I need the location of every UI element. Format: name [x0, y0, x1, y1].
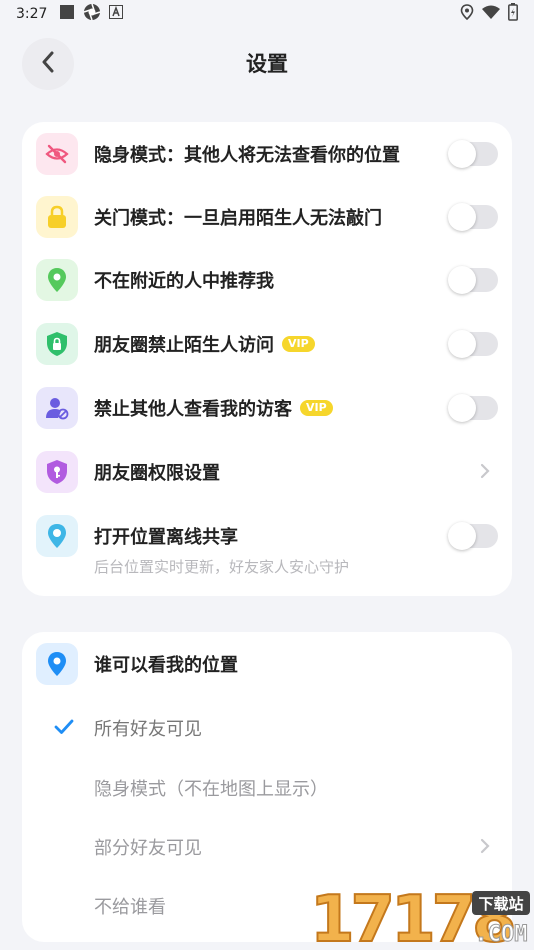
checkmark-icon — [54, 716, 74, 740]
invisible-mode-toggle[interactable] — [448, 140, 498, 168]
user-block-icon — [36, 387, 78, 429]
hide-visitors-toggle[interactable] — [448, 394, 498, 422]
settings-row-nearby-recommend[interactable]: 不在附近的人中推荐我 — [22, 250, 512, 310]
privacy-settings-card: 隐身模式：其他人将无法查看你的位置 关门模式：一旦启用陌生人无法敲门 不在附近的… — [22, 122, 512, 596]
section-title: 谁可以看我的位置 — [94, 655, 238, 676]
battery-icon — [508, 3, 518, 25]
chevron-left-icon — [41, 51, 55, 77]
visibility-section-header: 谁可以看我的位置 — [22, 634, 512, 694]
location-pin-icon — [36, 643, 78, 685]
app-square-icon — [59, 4, 75, 24]
page-title: 设置 — [246, 52, 288, 76]
wifi-icon — [482, 5, 500, 23]
offline-share-toggle[interactable] — [448, 522, 498, 550]
chevron-right-icon — [480, 460, 490, 484]
settings-row-invisible-mode[interactable]: 隐身模式：其他人将无法查看你的位置 — [22, 124, 512, 184]
option-label: 所有好友可见 — [94, 719, 202, 740]
shield-lock-icon — [36, 323, 78, 365]
row-label: 隐身模式：其他人将无法查看你的位置 — [94, 145, 400, 166]
settings-row-moments-permissions[interactable]: 朋友圈权限设置 — [22, 442, 512, 502]
row-label: 打开位置离线共享 — [94, 527, 238, 548]
row-label: 朋友圈权限设置 — [94, 463, 220, 484]
header: 设置 — [0, 28, 534, 98]
settings-row-moments-stranger-block[interactable]: 朋友圈禁止陌生人访问 VIP — [22, 314, 512, 374]
location-share-icon — [36, 515, 78, 557]
status-bar: 3:27 — [0, 0, 534, 28]
nearby-recommend-toggle[interactable] — [448, 266, 498, 294]
visibility-option-invisible[interactable]: 隐身模式（不在地图上显示） — [22, 758, 512, 818]
row-label: 朋友圈禁止陌生人访问 VIP — [94, 331, 315, 357]
option-label: 隐身模式（不在地图上显示） — [94, 779, 328, 800]
visibility-option-all-friends[interactable]: 所有好友可见 — [22, 698, 512, 758]
watermark-badge: 下载站 — [478, 895, 523, 913]
vip-badge: VIP — [300, 400, 333, 416]
door-lock-mode-toggle[interactable] — [448, 203, 498, 231]
eye-off-icon — [36, 133, 78, 175]
settings-row-hide-visitors[interactable]: 禁止其他人查看我的访客 VIP — [22, 378, 512, 438]
shield-key-icon — [36, 451, 78, 493]
moments-stranger-block-toggle[interactable] — [448, 330, 498, 358]
vip-badge: VIP — [282, 336, 315, 352]
location-pin-icon — [36, 259, 78, 301]
settings-row-door-lock-mode[interactable]: 关门模式：一旦启用陌生人无法敲门 — [22, 187, 512, 247]
watermark-domain: .COM — [475, 922, 528, 947]
visibility-option-some-friends[interactable]: 部分好友可见 — [22, 817, 512, 877]
site-watermark: 17178 下载站 .COM — [309, 882, 532, 950]
option-label: 不给谁看 — [94, 897, 166, 918]
row-label: 不在附近的人中推荐我 — [94, 271, 274, 292]
back-button[interactable] — [22, 38, 74, 90]
status-time: 3:27 — [16, 6, 48, 22]
row-label: 禁止其他人查看我的访客 VIP — [94, 395, 333, 421]
chevron-right-icon — [480, 835, 490, 859]
lock-icon — [36, 196, 78, 238]
a-box-icon — [109, 5, 124, 23]
row-label: 关门模式：一旦启用陌生人无法敲门 — [94, 208, 382, 229]
location-status-icon — [460, 4, 474, 24]
option-label: 部分好友可见 — [94, 838, 202, 859]
shutter-icon — [83, 3, 101, 25]
offline-share-note: 后台位置实时更新，好友家人安心守护 — [94, 558, 350, 576]
